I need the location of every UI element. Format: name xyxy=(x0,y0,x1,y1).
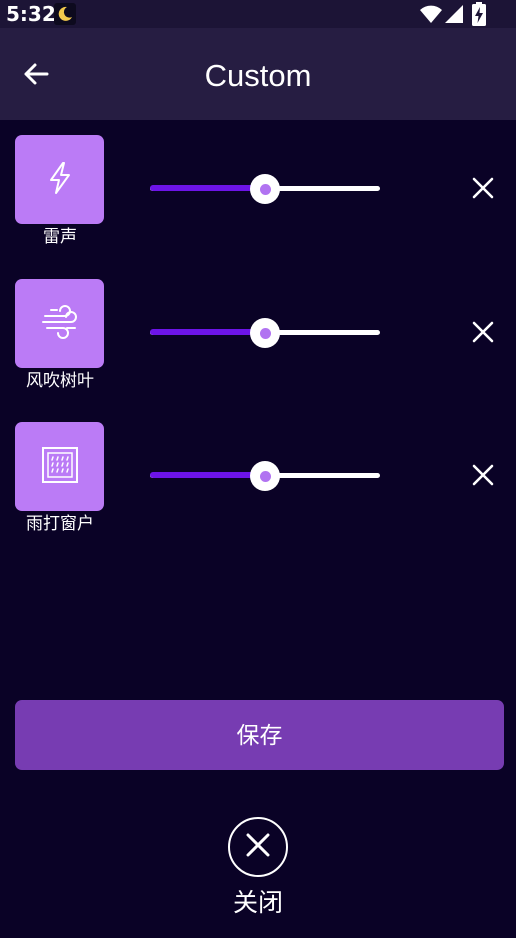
lightning-icon xyxy=(45,161,75,199)
slider-thumb[interactable] xyxy=(250,461,280,491)
close-icon xyxy=(471,320,495,348)
moon-icon xyxy=(54,3,76,25)
sound-tile-rain-window[interactable] xyxy=(15,422,104,511)
battery-charging-icon xyxy=(472,2,486,30)
slider-fill xyxy=(150,329,265,335)
slider-fill xyxy=(150,185,265,191)
rain-window-icon xyxy=(41,446,79,488)
sound-label: 风吹树叶 xyxy=(26,371,94,391)
remove-sound-button-thunder[interactable] xyxy=(466,173,500,207)
close-button[interactable] xyxy=(228,817,288,877)
remove-sound-button-rain-window[interactable] xyxy=(466,460,500,494)
volume-slider-rain-window[interactable] xyxy=(150,461,380,491)
sound-row-thunder: 雷声 xyxy=(0,135,516,265)
close-icon xyxy=(471,463,495,491)
wifi-icon xyxy=(420,4,442,28)
close-label: 关闭 xyxy=(232,888,283,917)
sound-tile-wind[interactable] xyxy=(15,279,104,368)
volume-slider-wind[interactable] xyxy=(150,318,380,348)
page-title: Custom xyxy=(204,58,312,93)
close-icon xyxy=(244,831,272,863)
status-bar: 5:32 xyxy=(0,0,516,28)
slider-thumb[interactable] xyxy=(250,174,280,204)
sound-row-rain-window: 雨打窗户 xyxy=(0,422,516,552)
app-bar: Custom xyxy=(0,28,516,120)
save-button[interactable]: 保存 xyxy=(15,700,504,770)
sound-row-wind: 风吹树叶 xyxy=(0,279,516,409)
status-time: 5:32 xyxy=(6,2,56,26)
close-icon xyxy=(471,176,495,204)
remove-sound-button-wind[interactable] xyxy=(466,317,500,351)
signal-icon xyxy=(444,4,464,28)
volume-slider-thunder[interactable] xyxy=(150,174,380,204)
sound-tile-thunder[interactable] xyxy=(15,135,104,224)
sound-label: 雷声 xyxy=(43,227,77,247)
slider-fill xyxy=(150,472,265,478)
sound-label: 雨打窗户 xyxy=(26,514,94,534)
wind-icon xyxy=(41,304,79,344)
slider-thumb[interactable] xyxy=(250,318,280,348)
